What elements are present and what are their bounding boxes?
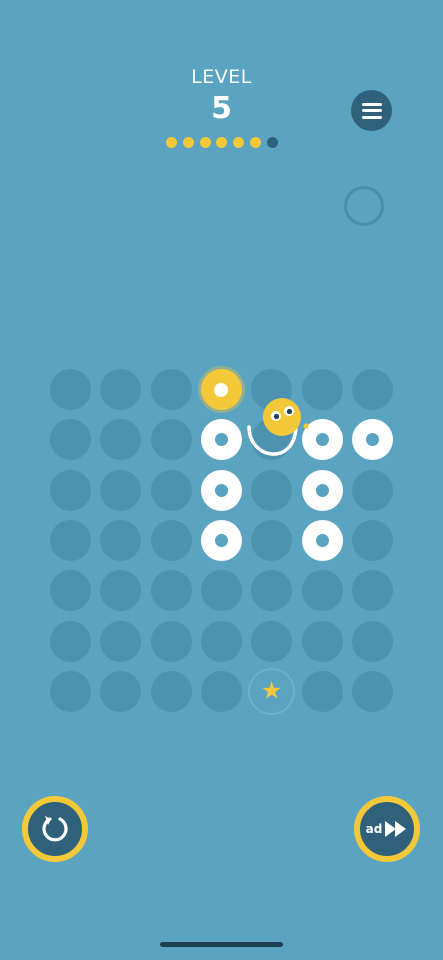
restart-button[interactable]	[22, 796, 88, 862]
empty-cell[interactable]	[351, 570, 393, 612]
empty-cell[interactable]	[351, 620, 393, 662]
empty-cell[interactable]	[150, 369, 192, 410]
ring-cell[interactable]	[301, 519, 343, 561]
empty-cell[interactable]	[301, 620, 343, 662]
empty-cell[interactable]	[100, 469, 142, 511]
progress-dot	[182, 137, 194, 148]
character-body	[263, 398, 301, 436]
empty-cell[interactable]	[150, 670, 192, 712]
yellow-ball-character[interactable]	[244, 397, 314, 467]
empty-cell[interactable]	[150, 519, 192, 561]
empty-cell[interactable]	[100, 670, 142, 712]
ring-cell[interactable]	[351, 419, 393, 461]
empty-cell[interactable]	[150, 419, 192, 461]
empty-cell[interactable]	[200, 570, 242, 612]
empty-cell[interactable]	[251, 519, 293, 561]
progress-dot	[166, 137, 177, 148]
goal-cell[interactable]: ★	[248, 667, 296, 715]
empty-cell[interactable]	[100, 419, 142, 461]
empty-cell[interactable]	[351, 369, 393, 410]
empty-cell[interactable]	[251, 620, 293, 662]
empty-cell[interactable]	[351, 670, 393, 712]
empty-cell[interactable]	[50, 419, 91, 461]
empty-cell[interactable]	[301, 570, 343, 612]
ring-cell[interactable]	[301, 469, 343, 511]
progress-dot	[216, 137, 228, 148]
empty-cell[interactable]	[50, 570, 91, 612]
empty-cell[interactable]	[150, 570, 192, 612]
star-icon: ★	[260, 676, 283, 705]
ghost-circle	[344, 186, 384, 226]
empty-cell[interactable]	[100, 369, 142, 410]
empty-cell[interactable]	[50, 620, 91, 662]
empty-cell[interactable]	[50, 670, 91, 712]
home-indicator	[160, 942, 283, 947]
empty-cell[interactable]	[251, 570, 293, 612]
empty-cell[interactable]	[100, 570, 142, 612]
skip-level-button[interactable]: ad	[354, 796, 420, 862]
level-label: LEVEL	[191, 66, 252, 88]
empty-cell[interactable]	[351, 469, 393, 511]
progress-dot	[233, 137, 245, 148]
ring-cell[interactable]	[200, 469, 242, 511]
empty-cell[interactable]	[301, 670, 343, 712]
empty-cell[interactable]	[351, 519, 393, 561]
progress-dot	[266, 137, 278, 148]
character-pupil-left	[273, 413, 280, 420]
empty-cell[interactable]	[50, 369, 91, 410]
menu-button[interactable]	[351, 90, 392, 131]
game-board[interactable]: ★	[50, 369, 393, 715]
empty-cell[interactable]	[200, 620, 242, 662]
ring-cell[interactable]	[200, 519, 242, 561]
ring-cell[interactable]	[200, 419, 242, 461]
empty-cell[interactable]	[200, 670, 242, 712]
character-tail-dot	[303, 423, 309, 429]
empty-cell[interactable]	[50, 469, 91, 511]
fast-forward-icon	[385, 821, 407, 837]
restart-icon	[42, 816, 68, 842]
active-cell[interactable]	[200, 369, 242, 410]
empty-cell[interactable]	[251, 469, 293, 511]
empty-cell[interactable]	[100, 519, 142, 561]
hamburger-menu-icon	[361, 102, 382, 119]
progress-dot	[250, 137, 261, 148]
empty-cell[interactable]	[50, 519, 91, 561]
ad-label: ad	[365, 822, 383, 836]
empty-cell[interactable]	[100, 620, 142, 662]
empty-cell[interactable]	[150, 620, 192, 662]
character-pupil-right	[286, 408, 293, 415]
empty-cell[interactable]	[150, 469, 192, 511]
progress-dot	[199, 137, 211, 148]
